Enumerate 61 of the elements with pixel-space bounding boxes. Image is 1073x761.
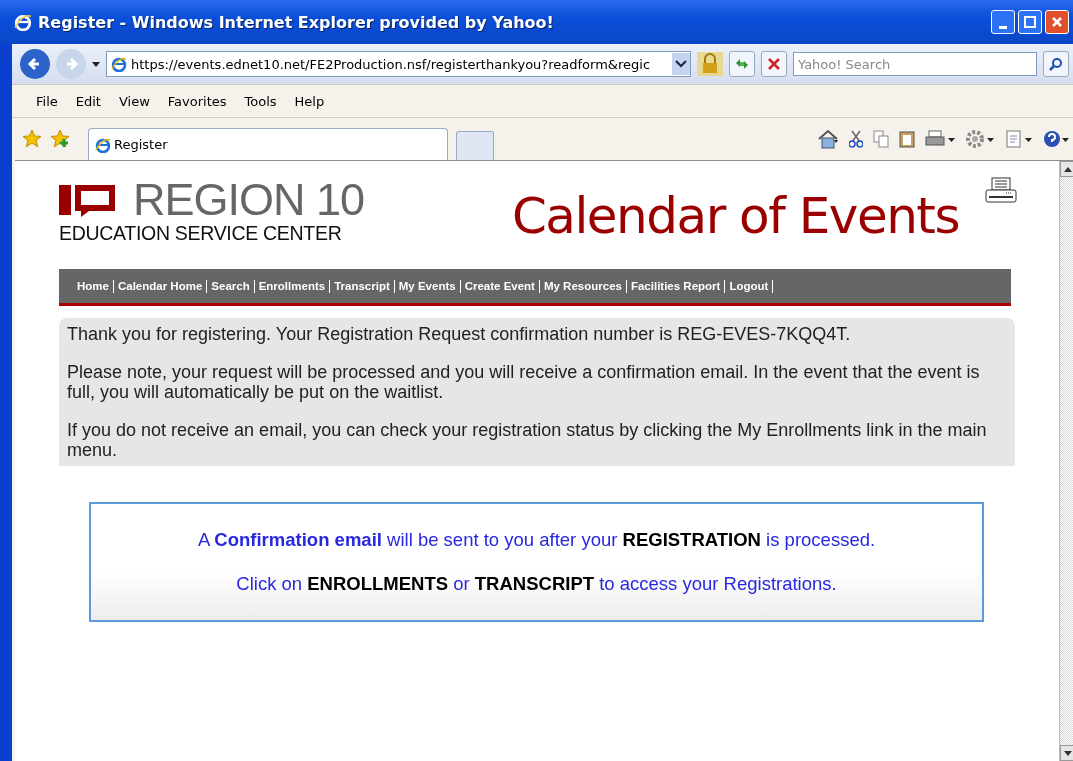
page-icon xyxy=(95,136,111,153)
nav-link[interactable]: My Events xyxy=(394,279,461,293)
caret-icon[interactable] xyxy=(92,61,100,67)
page-edit-icon[interactable] xyxy=(1005,129,1033,149)
scroll-down-icon[interactable] xyxy=(1060,745,1073,761)
menu-item[interactable]: File xyxy=(26,90,66,112)
menu-item[interactable]: Help xyxy=(284,90,333,112)
browser-tab[interactable]: Register xyxy=(88,128,448,160)
nav-link[interactable]: Search xyxy=(207,279,255,293)
dropdown-icon[interactable] xyxy=(672,53,690,75)
page-heading: Calendar of Events xyxy=(511,187,959,245)
callout-text: A Confirmation email will be sent to you after your REGISTRATION is processed. xyxy=(196,529,877,551)
nav-link[interactable]: Transcript xyxy=(330,279,395,293)
page-icon xyxy=(111,56,127,72)
notice-text: If you do not receive an email, you can check your registration status by clicking the My Enrollments link in the main menu. xyxy=(67,420,988,460)
gear-icon[interactable] xyxy=(965,129,995,149)
minimize-icon xyxy=(999,25,1007,29)
menu-item[interactable]: Favorites xyxy=(157,90,235,112)
add-favorite-icon[interactable] xyxy=(50,129,70,149)
notice-text: Please note, your request will be processed and you will receive a confirmation email. In the event that the event is full, you will automatically be put on the waitlist. xyxy=(67,362,981,402)
printer-icon[interactable] xyxy=(985,177,1017,205)
maximize-icon xyxy=(1024,16,1036,28)
nav-link[interactable]: Enrollments xyxy=(254,279,331,293)
logo-title: REGION 10 xyxy=(133,177,365,222)
help-icon[interactable] xyxy=(1043,129,1069,149)
browser-logo-icon xyxy=(14,13,32,31)
menu-item[interactable]: Tools xyxy=(234,90,285,112)
minimize-button[interactable] xyxy=(991,10,1015,34)
favorites-star-icon[interactable] xyxy=(22,129,42,149)
nav-link[interactable]: Home xyxy=(73,279,114,293)
nav-link[interactable]: Calendar Home xyxy=(113,279,208,293)
refresh-button[interactable] xyxy=(729,51,755,77)
scrollbar[interactable] xyxy=(1059,161,1073,761)
nav-link[interactable]: Logout xyxy=(725,279,774,293)
back-button[interactable] xyxy=(20,49,50,79)
nav-link[interactable]: My Resources xyxy=(539,279,627,293)
nav-link[interactable]: Facilities Report xyxy=(626,279,726,293)
search-icon xyxy=(1049,57,1063,71)
refresh-icon xyxy=(734,57,750,71)
url-text: https://events.ednet10.net/FE2Production.nsf/registerthankyou?readform&regic xyxy=(131,56,652,72)
window-title: Register - Windows Internet Explorer provided by Yahoo! xyxy=(38,12,555,32)
callout-text: Click on ENROLLMENTS or TRANSCRIPT to access your Registrations. xyxy=(235,573,838,595)
menu-item[interactable]: View xyxy=(108,90,158,112)
scroll-up-icon[interactable] xyxy=(1060,161,1073,177)
stop-icon xyxy=(768,58,780,70)
address-field[interactable]: https://events.ednet10.net/FE2Production.nsf/registerthankyou?readform&regic xyxy=(106,51,691,77)
menu-item[interactable]: Edit xyxy=(65,90,109,112)
nav-link[interactable]: Create Event xyxy=(460,279,540,293)
scissors-icon[interactable] xyxy=(849,130,863,148)
stop-button[interactable] xyxy=(761,51,787,77)
search-field[interactable]: Yahoo! Search xyxy=(793,52,1037,76)
close-button[interactable] xyxy=(1045,10,1069,34)
clipboard-icon[interactable] xyxy=(899,130,915,148)
search-button[interactable] xyxy=(1043,51,1069,77)
printer-icon[interactable] xyxy=(925,130,955,148)
home-icon[interactable] xyxy=(817,129,839,149)
notice-text: Thank you for registering. Your Registration Request confirmation number is REG-EVES-7KQQ4T. xyxy=(67,324,852,344)
maximize-button[interactable] xyxy=(1018,10,1042,34)
close-icon xyxy=(1051,16,1063,28)
lock-icon[interactable] xyxy=(697,52,723,76)
logo-subtitle: EDUCATION SERVICE CENTER xyxy=(59,224,343,244)
